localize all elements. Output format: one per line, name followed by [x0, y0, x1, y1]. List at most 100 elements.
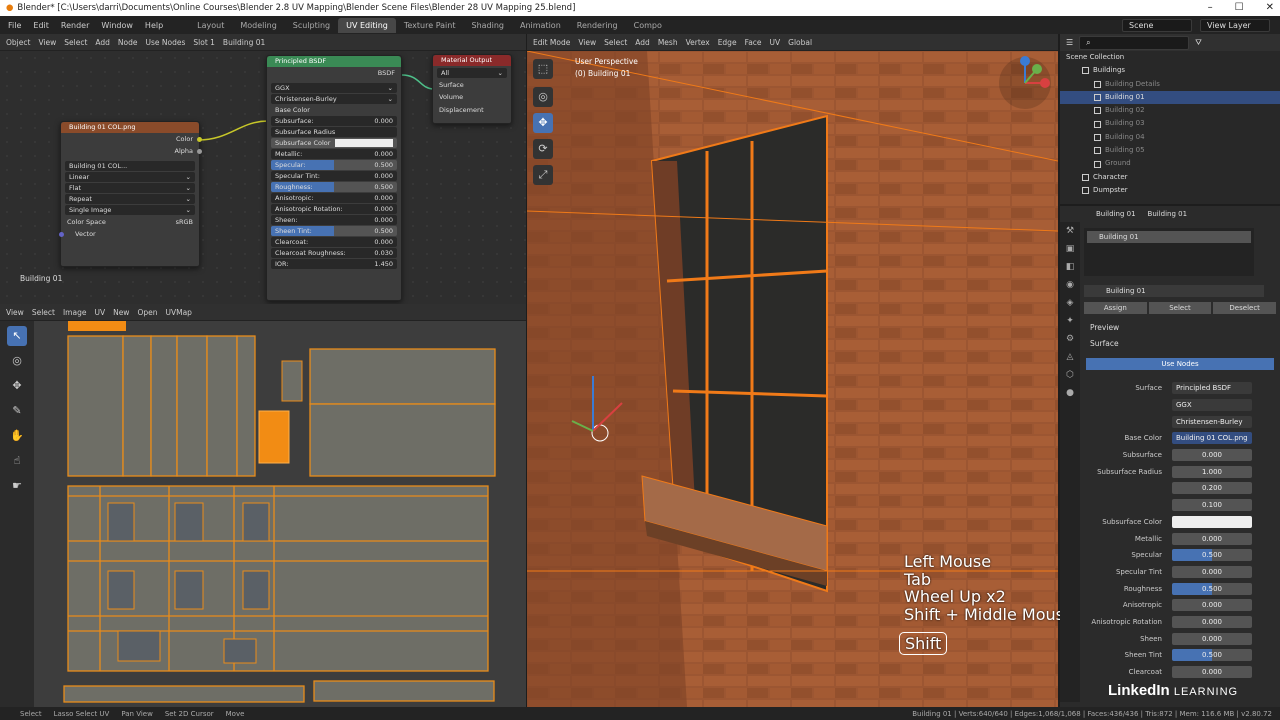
tab-rendering[interactable]: Rendering — [569, 18, 626, 33]
scene-selector[interactable]: Scene — [1122, 18, 1192, 32]
header-slot-1[interactable]: Slot 1 — [193, 38, 215, 47]
pinch-tool-icon[interactable]: ☛ — [7, 476, 27, 496]
tab-icons[interactable]: ⚒ ▣ ◧ ◉ ◈ ✦ ⚙ ◬ ⬡ ● — [1060, 222, 1080, 402]
visibility-checkbox[interactable] — [1094, 133, 1101, 141]
material-slot[interactable]: Building 01 — [1087, 231, 1251, 243]
visibility-checkbox[interactable] — [1094, 107, 1101, 115]
close-icon[interactable]: ✕ — [1266, 0, 1274, 16]
move-tool-icon[interactable]: ✥ — [7, 376, 27, 396]
principled-bsdf-node[interactable]: Principled BSDF BSDF GGX ⌄ Christensen-Bu… — [266, 55, 402, 301]
preview-panel[interactable]: Preview — [1090, 323, 1119, 332]
menu-render[interactable]: Render — [61, 21, 89, 30]
uv-layout[interactable] — [34, 321, 526, 707]
assign-button[interactable]: Assign — [1084, 302, 1147, 314]
interpolation-select[interactable]: Linear ⌄ — [65, 171, 195, 182]
prop-row-sheen-tint[interactable]: Sheen Tint 0.500 — [1060, 647, 1270, 664]
bsdf-input-roughness-[interactable]: Roughness: 0.500 — [271, 182, 397, 193]
deselect-button[interactable]: Deselect — [1213, 302, 1277, 314]
source-select[interactable]: Single Image ⌄ — [65, 204, 195, 215]
bsdf-input-subsurface-color[interactable]: Subsurface Color — [271, 138, 397, 149]
prop-row-anisotropic[interactable]: Anisotropic 0.000 — [1060, 597, 1270, 614]
header-image[interactable]: Image — [63, 308, 87, 317]
prop-row-sheen[interactable]: Sheen 0.000 — [1060, 630, 1270, 647]
prop-row-vec[interactable]: 0.100 — [1060, 497, 1270, 514]
bsdf-input-base-color[interactable]: Base Color — [271, 105, 397, 115]
projection-select[interactable]: Flat ⌄ — [65, 182, 195, 193]
prop-row-vec[interactable]: 0.200 — [1060, 480, 1270, 497]
header-view[interactable]: View — [578, 38, 596, 47]
select-button[interactable]: Select — [1148, 302, 1212, 314]
outliner-search-input[interactable]: ⌕ — [1079, 35, 1190, 50]
tab-compo[interactable]: Compo — [626, 18, 670, 33]
prop-row-roughness[interactable]: Roughness 0.500 — [1060, 580, 1270, 597]
scale-icon[interactable]: ⤢ — [533, 165, 553, 185]
header-open[interactable]: Open — [137, 308, 157, 317]
tab-animation[interactable]: Animation — [512, 18, 569, 33]
header-use-nodes[interactable]: Use Nodes — [146, 38, 186, 47]
distribution-select[interactable]: GGX ⌄ — [271, 83, 397, 94]
material-output-node[interactable]: Material Output All ⌄ Surface Volume Disp… — [432, 54, 512, 124]
tab-modeling[interactable]: Modeling — [232, 18, 284, 33]
uv-editor[interactable]: ↖ ◎ ✥ ✎ ✋ ☝ ☛ — [0, 321, 526, 707]
subsurface-method-select[interactable]: Christensen-Burley ⌄ — [271, 94, 397, 105]
menu-file[interactable]: File — [8, 21, 21, 30]
visibility-checkbox[interactable] — [1082, 173, 1089, 181]
prop-row-specular-tint[interactable]: Specular Tint 0.000 — [1060, 564, 1270, 581]
filter-icon[interactable]: ⛛ — [1195, 38, 1202, 48]
bsdf-input-clearcoat-roughness-[interactable]: Clearcoat Roughness: 0.030 — [271, 248, 397, 259]
outliner-item[interactable]: Building 03 — [1060, 117, 1280, 130]
header-vertex[interactable]: Vertex — [686, 38, 710, 47]
prop-row-anisotropic-rotation[interactable]: Anisotropic Rotation 0.000 — [1060, 614, 1270, 631]
shader-node-editor[interactable]: Building 01 COL.png Color Alpha Building… — [0, 51, 526, 304]
prop-row-subsurface-color[interactable]: Subsurface Color — [1060, 514, 1270, 531]
prop-row-subsurface-radius[interactable]: Subsurface Radius 1.000 — [1060, 463, 1270, 480]
bsdf-input-sheen-tint-[interactable]: Sheen Tint: 0.500 — [271, 226, 397, 237]
outliner-item[interactable]: Building Details — [1060, 78, 1280, 91]
header-new[interactable]: New — [113, 308, 129, 317]
header-select[interactable]: Select — [32, 308, 55, 317]
view-layer-selector[interactable]: View Layer — [1200, 18, 1270, 32]
cursor-tool-icon[interactable]: ◎ — [7, 351, 27, 371]
visibility-checkbox[interactable] — [1094, 80, 1101, 88]
extension-select[interactable]: Repeat ⌄ — [65, 193, 195, 204]
tab-uv-editing[interactable]: UV Editing — [338, 17, 396, 33]
bsdf-input-ior-[interactable]: IOR: 1.450 — [271, 259, 397, 270]
outliner-item[interactable]: Buildings — [1060, 64, 1280, 77]
bsdf-input-metallic-[interactable]: Metallic: 0.000 — [271, 149, 397, 160]
prop-row-specular[interactable]: Specular 0.500 — [1060, 547, 1270, 564]
tab-texture-paint[interactable]: Texture Paint — [396, 18, 464, 33]
maximize-icon[interactable]: ☐ — [1235, 0, 1244, 16]
tab-layout[interactable]: Layout — [189, 18, 232, 33]
bsdf-input-sheen-[interactable]: Sheen: 0.000 — [271, 215, 397, 226]
output-target-select[interactable]: All ⌄ — [437, 68, 507, 78]
prop-row-metallic[interactable]: Metallic 0.000 — [1060, 530, 1270, 547]
header-view[interactable]: View — [6, 308, 24, 317]
header-add[interactable]: Add — [95, 38, 110, 47]
header-view[interactable]: View — [38, 38, 56, 47]
bsdf-input-anisotropic-[interactable]: Anisotropic: 0.000 — [271, 193, 397, 204]
outliner-item[interactable]: Building 01 — [1060, 90, 1280, 105]
header-uv[interactable]: UV — [770, 38, 781, 47]
surface-panel[interactable]: Surface — [1090, 339, 1119, 348]
surface-row[interactable]: Surface Principled BSDF — [1060, 380, 1270, 397]
header-global[interactable]: Global — [788, 38, 812, 47]
outliner-item[interactable]: Dumpster — [1060, 184, 1280, 197]
grab-tool-icon[interactable]: ✋ — [7, 426, 27, 446]
navigation-gizmo[interactable] — [997, 55, 1053, 111]
bsdf-input-subsurface-[interactable]: Subsurface: 0.000 — [271, 116, 397, 127]
header-object[interactable]: Object — [6, 38, 30, 47]
menu-window[interactable]: Window — [101, 21, 133, 30]
image-selector[interactable]: Building 01 COL... — [65, 160, 195, 171]
sss-method-row[interactable]: Christensen-Burley — [1060, 413, 1270, 430]
menu-edit[interactable]: Edit — [33, 21, 49, 30]
move-icon[interactable]: ✥ — [533, 113, 553, 133]
bsdf-input-specular-tint-[interactable]: Specular Tint: 0.000 — [271, 171, 397, 182]
bsdf-input-subsurface-radius[interactable]: Subsurface Radius — [271, 127, 397, 138]
base-color-row[interactable]: Base Color Building 01 COL.png — [1060, 430, 1270, 447]
visibility-checkbox[interactable] — [1094, 147, 1101, 155]
tab-shading[interactable]: Shading — [463, 18, 512, 33]
bsdf-input-clearcoat-[interactable]: Clearcoat: 0.000 — [271, 237, 397, 248]
header-edge[interactable]: Edge — [718, 38, 737, 47]
visibility-checkbox[interactable] — [1094, 120, 1101, 128]
tab-sculpting[interactable]: Sculpting — [285, 18, 338, 33]
